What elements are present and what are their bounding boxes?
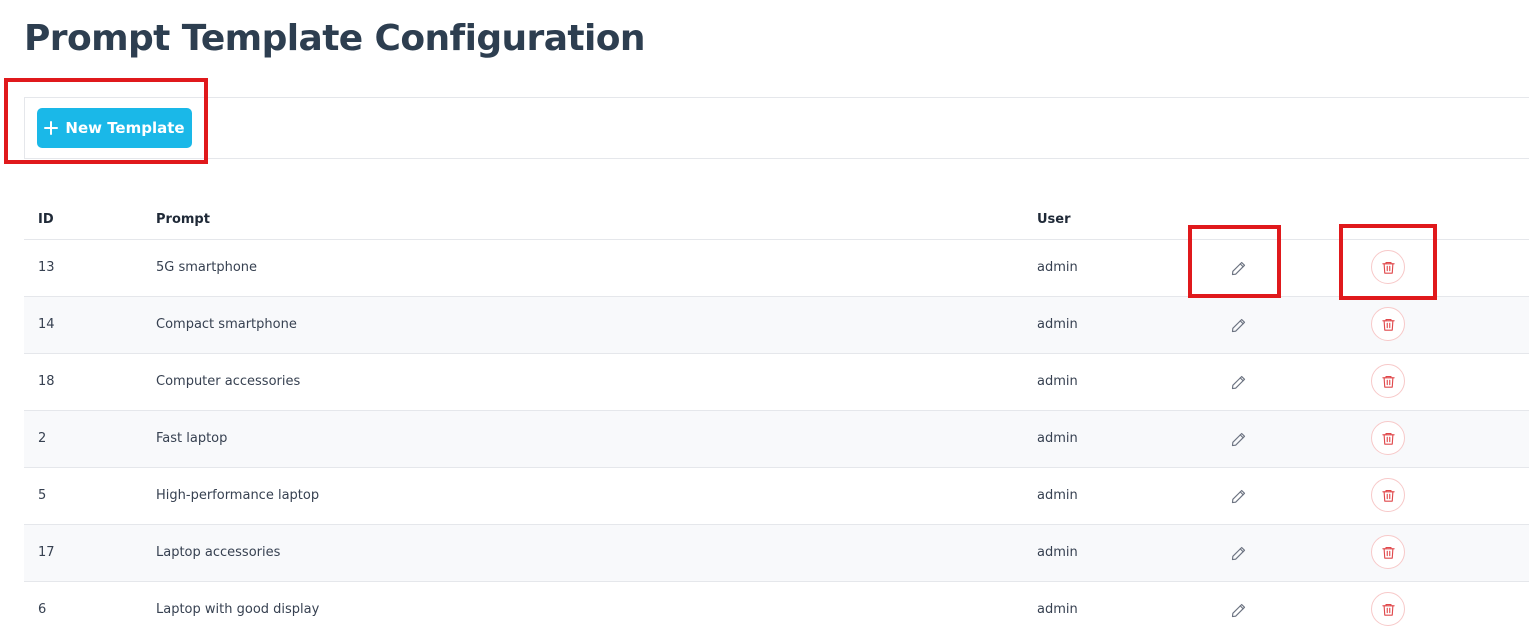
delete-button[interactable] [1371,364,1405,398]
pencil-icon [1230,545,1247,562]
table-row: 5 High-performance laptop admin [24,468,1529,525]
cell-user: admin [1037,545,1078,560]
cell-prompt: Compact smartphone [156,317,297,332]
cell-user: admin [1037,317,1078,332]
cell-id: 18 [38,374,55,389]
pencil-icon [1230,374,1247,391]
delete-button[interactable] [1371,478,1405,512]
edit-button[interactable] [1224,596,1252,624]
edit-button[interactable] [1224,368,1252,396]
page-title: Prompt Template Configuration [24,18,646,59]
cell-prompt: 5G smartphone [156,260,258,275]
edit-button[interactable] [1224,254,1252,282]
delete-button[interactable] [1371,307,1405,341]
cell-prompt: Laptop with good display [156,602,320,617]
cell-prompt: Fast laptop [156,431,228,446]
trash-icon [1381,374,1396,389]
plus-icon [44,121,59,135]
pencil-icon [1230,431,1247,448]
table-row: 17 Laptop accessories admin [24,525,1529,582]
pencil-icon [1230,260,1247,277]
cell-user: admin [1037,374,1078,389]
table-row: 18 Computer accessories admin [24,354,1529,411]
edit-button[interactable] [1224,425,1252,453]
trash-icon [1381,488,1396,503]
templates-table: ID Prompt User 13 5G smartphone admin 14 Com… [24,200,1529,637]
cell-prompt: Computer accessories [156,374,301,389]
cell-user: admin [1037,260,1078,275]
table-body: 13 5G smartphone admin 14 Compact smartphone… [24,240,1529,637]
cell-user: admin [1037,602,1078,617]
trash-icon [1381,317,1396,332]
table-row: 2 Fast laptop admin [24,411,1529,468]
new-template-label: New Template [65,119,185,137]
cell-id: 6 [38,602,47,617]
trash-icon [1381,602,1396,617]
edit-button[interactable] [1224,539,1252,567]
cell-id: 2 [38,431,47,446]
column-header-id: ID [38,212,54,227]
pencil-icon [1230,317,1247,334]
cell-prompt: High-performance laptop [156,488,320,503]
column-header-user: User [1037,212,1071,227]
new-template-button[interactable]: New Template [37,108,192,148]
toolbar: New Template [24,97,1529,159]
pencil-icon [1230,488,1247,505]
delete-button[interactable] [1371,250,1405,284]
delete-button[interactable] [1371,592,1405,626]
cell-id: 14 [38,317,55,332]
pencil-icon [1230,602,1247,619]
trash-icon [1381,260,1396,275]
page: Prompt Template Configuration New Templa… [0,0,1529,637]
cell-id: 13 [38,260,55,275]
table-row: 6 Laptop with good display admin [24,582,1529,637]
cell-id: 17 [38,545,55,560]
trash-icon [1381,431,1396,446]
table-header: ID Prompt User [24,200,1529,240]
edit-button[interactable] [1224,311,1252,339]
cell-id: 5 [38,488,47,503]
cell-user: admin [1037,431,1078,446]
delete-button[interactable] [1371,535,1405,569]
cell-user: admin [1037,488,1078,503]
cell-prompt: Laptop accessories [156,545,281,560]
trash-icon [1381,545,1396,560]
delete-button[interactable] [1371,421,1405,455]
table-row: 13 5G smartphone admin [24,240,1529,297]
column-header-prompt: Prompt [156,212,210,227]
edit-button[interactable] [1224,482,1252,510]
table-row: 14 Compact smartphone admin [24,297,1529,354]
